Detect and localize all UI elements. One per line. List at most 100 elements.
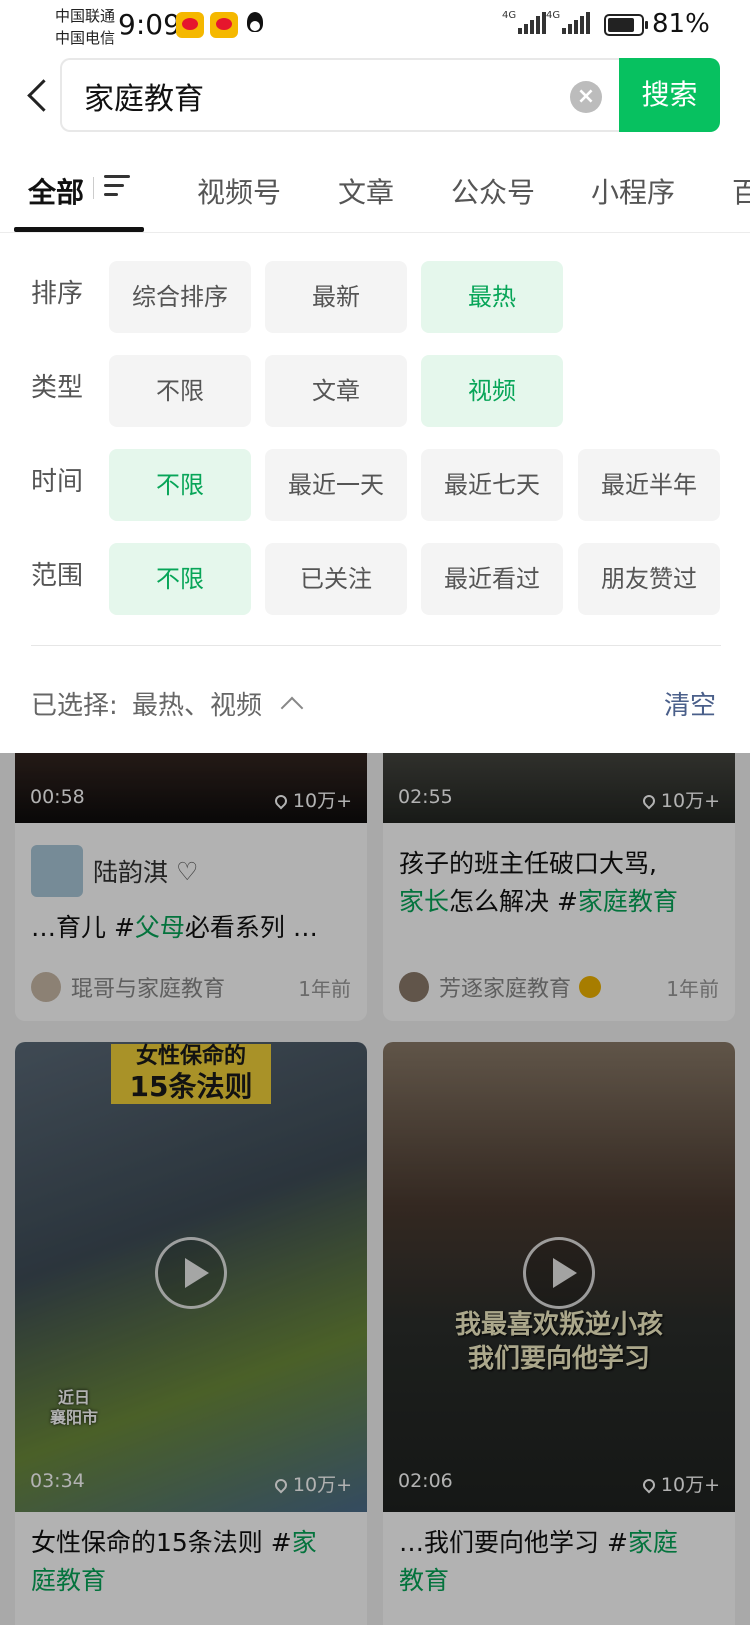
carrier-1: 中国联通: [55, 7, 116, 25]
tab-mini-programs[interactable]: 小程序: [591, 171, 675, 211]
heart-icon: [272, 1476, 290, 1494]
heart-icon: [640, 792, 658, 810]
video-title-line-2: 庭教育: [31, 1566, 107, 1595]
verified-badge-icon: [579, 976, 602, 998]
selected-prefix: 已选择:: [31, 691, 118, 721]
video-duration: 02:55: [398, 786, 453, 808]
video-card[interactable]: 02:55 10万+ 孩子的班主任破口大骂, 家长怎么解决 #家庭教育 芳逐家庭…: [383, 753, 735, 1021]
scope-option-recently-viewed[interactable]: 最近看过: [421, 543, 563, 615]
thumbnail-caption-top: 女性保命的: [111, 1044, 271, 1070]
type-option-video[interactable]: 视频: [421, 355, 563, 427]
selected-values: 最热、视频: [132, 691, 263, 721]
network-label-2: 4G: [546, 10, 561, 21]
qq-icon: [244, 12, 266, 38]
video-title-line-1: 孩子的班主任破口大骂,: [399, 849, 657, 878]
video-card[interactable]: 女性保命的 15条法则 近日 襄阳市 03:34 10万+ 女性保命的15条法则…: [15, 1042, 367, 1625]
thumbnail-caption-line-2: 我们要向他学习: [467, 1344, 650, 1374]
search-button[interactable]: 搜索: [619, 58, 720, 132]
scope-option-friends-liked[interactable]: 朋友赞过: [578, 543, 720, 615]
video-title-line-1: …我们要向他学习 #家庭: [399, 1528, 678, 1557]
type-option-any[interactable]: 不限: [109, 355, 251, 427]
chevron-up-icon[interactable]: [280, 696, 304, 720]
video-title-line-1: 女性保命的15条法则 #家: [31, 1528, 317, 1557]
time-option-week[interactable]: 最近七天: [421, 449, 563, 521]
scope-option-any[interactable]: 不限: [109, 543, 251, 615]
selected-filters-summary[interactable]: 已选择: 最热、视频: [31, 685, 304, 722]
tab-all[interactable]: 全部: [28, 171, 84, 211]
thumbnail-caption-line-1: 我最喜欢叛逆小孩: [454, 1310, 663, 1340]
network-label-1: 4G: [502, 10, 517, 21]
search-bar: × 搜索: [0, 52, 750, 147]
author-avatar: [31, 972, 61, 1002]
video-card[interactable]: 00:58 10万+ 陆韵淇 ♡ …育儿 #父母必看系列 … 琨哥与家庭教育 1…: [15, 753, 367, 1021]
sort-option-hottest[interactable]: 最热: [421, 261, 563, 333]
heart-icon[interactable]: ♡: [176, 857, 198, 886]
search-box[interactable]: ×: [60, 58, 620, 132]
clear-icon[interactable]: ×: [570, 81, 602, 113]
uploader-row[interactable]: 陆韵淇 ♡: [31, 845, 198, 897]
author-avatar: [399, 972, 429, 1002]
status-bar: 中国联通 中国电信 9:09 4G 4G 81%: [0, 0, 750, 52]
time-option-day[interactable]: 最近一天: [265, 449, 407, 521]
play-icon[interactable]: [523, 1237, 595, 1309]
video-duration: 00:58: [30, 786, 85, 808]
type-label: 类型: [31, 373, 84, 403]
search-input[interactable]: [84, 74, 524, 118]
clock: 9:09: [118, 8, 181, 41]
thumbnail-caption-main: 15条法则: [111, 1070, 271, 1104]
thumbnail-location: 近日 襄阳市: [49, 1388, 98, 1427]
filter-icon[interactable]: [104, 175, 130, 197]
weibo-icon: [176, 12, 204, 38]
uploader-avatar: [31, 845, 83, 897]
like-count: 10万+: [640, 1470, 720, 1497]
author-row[interactable]: 芳逐家庭教育: [399, 971, 602, 1003]
signal-icon-1: 4G: [502, 10, 546, 34]
author-row[interactable]: 琨哥与家庭教育: [31, 971, 225, 1003]
uploader-name: 陆韵淇: [93, 858, 169, 887]
sort-label: 排序: [31, 279, 84, 309]
carrier-2: 中国电信: [55, 29, 116, 47]
battery-icon: [604, 14, 648, 36]
video-duration: 03:34: [30, 1470, 85, 1492]
sort-option-latest[interactable]: 最新: [265, 261, 407, 333]
video-title: …育儿 #父母必看系列 …: [31, 913, 318, 942]
scope-label: 范围: [31, 561, 84, 591]
tab-official-accounts[interactable]: 公众号: [451, 171, 535, 211]
filter-panel: 排序 综合排序 最新 最热 类型 不限 文章 视频 时间 不限 最近一天 最近七…: [0, 233, 750, 753]
author-name: 琨哥与家庭教育: [71, 977, 226, 1002]
sort-option-comprehensive[interactable]: 综合排序: [109, 261, 251, 333]
weibo-icon: [210, 12, 238, 38]
category-tabs: 全部 视频号 文章 公众号 小程序 百: [0, 147, 750, 233]
divider: [31, 645, 721, 646]
results-grid: 00:58 10万+ 陆韵淇 ♡ …育儿 #父母必看系列 … 琨哥与家庭教育 1…: [0, 753, 750, 1625]
video-title-line-2: 教育: [399, 1566, 450, 1595]
heart-icon: [640, 1476, 658, 1494]
time-option-any[interactable]: 不限: [109, 449, 251, 521]
active-tab-indicator: [14, 227, 144, 232]
like-count: 10万+: [640, 786, 720, 813]
like-count: 10万+: [272, 1470, 352, 1497]
time-option-half-year[interactable]: 最近半年: [578, 449, 720, 521]
tab-articles[interactable]: 文章: [338, 171, 394, 211]
back-icon[interactable]: [22, 76, 52, 116]
carrier-labels: 中国联通 中国电信: [55, 5, 115, 49]
video-card[interactable]: 我最喜欢叛逆小孩 我们要向他学习 02:06 10万+ …我们要向他学习 #家庭…: [383, 1042, 735, 1625]
video-duration: 02:06: [398, 1470, 453, 1492]
tab-channels[interactable]: 视频号: [197, 171, 281, 211]
post-time: 1年前: [298, 977, 351, 1001]
heart-icon: [272, 792, 290, 810]
type-option-article[interactable]: 文章: [265, 355, 407, 427]
clear-filters-button[interactable]: 清空: [664, 685, 716, 722]
tab-divider: [93, 177, 94, 199]
scope-option-followed[interactable]: 已关注: [265, 543, 407, 615]
notification-icons: [176, 12, 266, 38]
time-label: 时间: [31, 467, 84, 497]
play-icon[interactable]: [155, 1237, 227, 1309]
battery-percent: 81%: [652, 9, 710, 39]
post-time: 1年前: [666, 977, 719, 1001]
tab-baike[interactable]: 百: [732, 171, 750, 211]
video-title-line-2: 家长怎么解决 #家庭教育: [399, 887, 678, 916]
like-count: 10万+: [272, 786, 352, 813]
signal-icon-2: 4G: [546, 10, 590, 34]
author-name: 芳逐家庭教育: [439, 977, 572, 1002]
